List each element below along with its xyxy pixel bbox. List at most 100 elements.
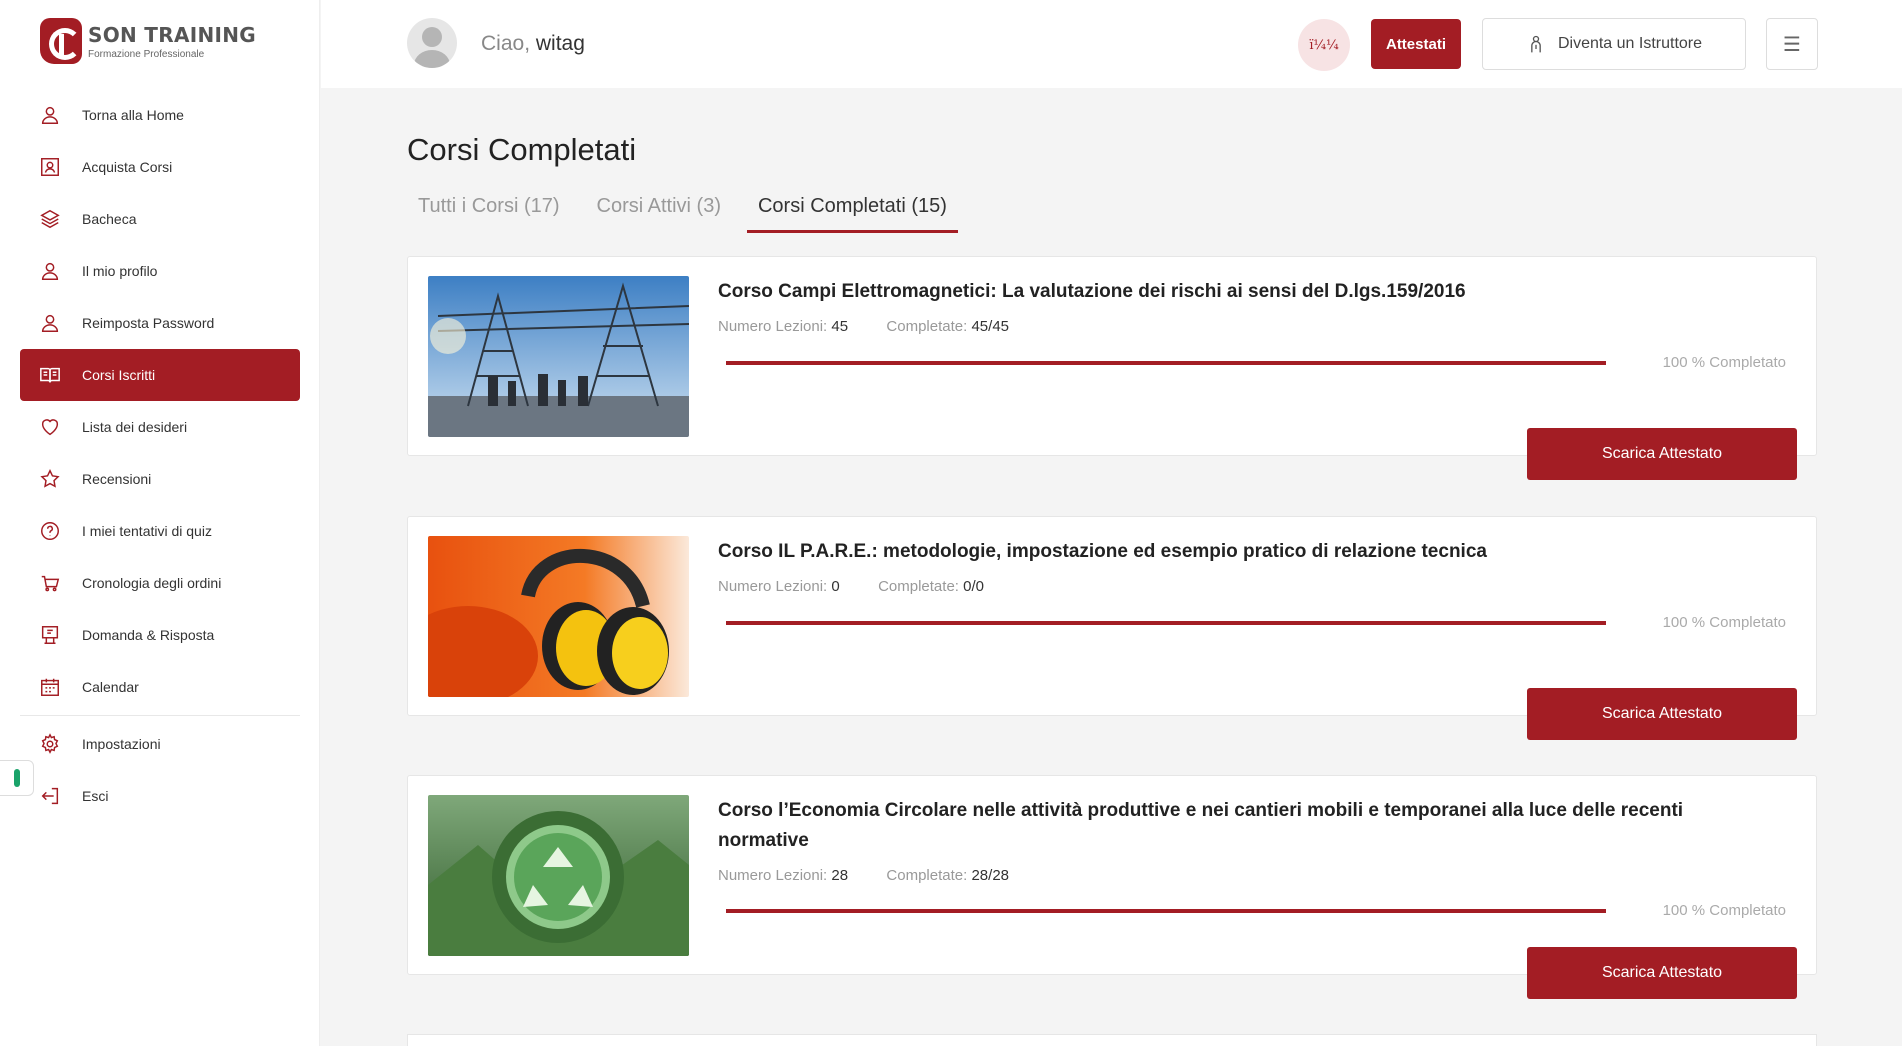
- progress-percent: 100 % Completato: [1662, 902, 1786, 919]
- sidebar-item-label: Calendar: [82, 679, 139, 695]
- lessons-label: Numero Lezioni:: [718, 867, 828, 884]
- tab-corsi-completati[interactable]: Corsi Completati (15): [746, 195, 958, 233]
- course-title[interactable]: Corso IL P.A.R.E.: metodologie, impostaz…: [718, 537, 1768, 567]
- sidebar-item-domanda-risposta[interactable]: Domanda & Risposta: [20, 609, 300, 661]
- logout-icon: [38, 784, 62, 808]
- avatar[interactable]: [407, 18, 457, 68]
- sidebar-item-quiz[interactable]: I miei tentativi di quiz: [20, 505, 300, 557]
- sidebar-item-label: Domanda & Risposta: [82, 627, 215, 643]
- lessons-count: 28: [831, 867, 849, 884]
- sidebar-item-profilo[interactable]: Il mio profilo: [20, 245, 300, 297]
- hamburger-icon[interactable]: ☰: [1766, 18, 1818, 70]
- sidebar: SON TRAINING Formazione Professionale To…: [0, 0, 320, 1046]
- layers-icon: [38, 207, 62, 231]
- cart-icon: [38, 571, 62, 595]
- lessons-count: 0: [831, 578, 840, 595]
- completed-label: Completate:: [878, 578, 959, 595]
- progress-percent: 100 % Completato: [1662, 614, 1786, 631]
- course-thumbnail-headphones[interactable]: [428, 536, 689, 697]
- completed-count: 45/45: [971, 318, 1010, 335]
- sidebar-item-impostazioni[interactable]: Impostazioni: [20, 718, 300, 770]
- greeting-text: Ciao,: [481, 32, 531, 55]
- sidebar-item-wishlist[interactable]: Lista dei desideri: [20, 401, 300, 453]
- completed-count: 0/0: [963, 578, 984, 595]
- progress-fill: [726, 909, 1606, 913]
- course-thumbnail-substation[interactable]: [428, 276, 689, 437]
- user-icon: [38, 103, 62, 127]
- sidebar-item-label: Esci: [82, 788, 109, 804]
- sidebar-item-label: Torna alla Home: [82, 107, 184, 123]
- sidebar-item-home[interactable]: Torna alla Home: [20, 89, 300, 141]
- course-card-partial: [407, 1034, 1817, 1046]
- course-meta: Numero Lezioni: 28 Completate: 28/28: [718, 867, 1009, 884]
- download-certificate-button[interactable]: Scarica Attestato: [1527, 428, 1797, 480]
- course-card: Corso IL P.A.R.E.: metodologie, impostaz…: [407, 516, 1817, 740]
- open-book-icon: [38, 363, 62, 387]
- notification-badge[interactable]: ï¼¼: [1298, 19, 1350, 71]
- sidebar-item-ordini[interactable]: Cronologia degli ordini: [20, 557, 300, 609]
- completed-count: 28/28: [971, 867, 1010, 884]
- sidebar-item-label: Bacheca: [82, 211, 137, 227]
- heart-icon: [38, 415, 62, 439]
- sidebar-item-label: Cronologia degli ordini: [82, 575, 222, 591]
- sidebar-item-esci[interactable]: Esci: [20, 770, 300, 822]
- sidebar-item-reimposta-password[interactable]: Reimposta Password: [20, 297, 300, 349]
- star-icon: [38, 467, 62, 491]
- instructor-icon: [1531, 35, 1541, 53]
- sidebar-item-label: Corsi Iscritti: [82, 367, 156, 383]
- course-meta: Numero Lezioni: 45 Completate: 45/45: [718, 318, 1009, 335]
- course-meta: Numero Lezioni: 0 Completate: 0/0: [718, 578, 984, 595]
- become-instructor-label: Diventa un Istruttore: [1557, 35, 1703, 52]
- attestati-button[interactable]: Attestati: [1371, 19, 1461, 69]
- progress-percent: 100 % Completato: [1662, 354, 1786, 371]
- qa-icon: [38, 623, 62, 647]
- lessons-label: Numero Lezioni:: [718, 318, 828, 335]
- sidebar-item-acquista-corsi[interactable]: Acquista Corsi: [20, 141, 300, 193]
- greeting: Ciao, witag: [481, 32, 585, 56]
- course-card: Corso Campi Elettromagnetici: La valutaz…: [407, 256, 1817, 480]
- sidebar-item-label: Impostazioni: [82, 736, 161, 752]
- sidebar-divider: [20, 715, 300, 716]
- sidebar-item-bacheca[interactable]: Bacheca: [20, 193, 300, 245]
- sidebar-item-label: Lista dei desideri: [82, 419, 188, 435]
- gear-icon: [38, 732, 62, 756]
- accessibility-tab[interactable]: [0, 760, 34, 796]
- accessibility-icon: [13, 769, 20, 787]
- tab-corsi-attivi[interactable]: Corsi Attivi (3): [586, 195, 732, 233]
- course-card: Corso l’Economia Circolare nelle attivit…: [407, 775, 1817, 999]
- sidebar-item-label: I miei tentativi di quiz: [82, 523, 212, 539]
- username: witag: [535, 32, 585, 55]
- sidebar-item-label: Acquista Corsi: [82, 159, 173, 175]
- calendar-icon: [38, 675, 62, 699]
- user-icon: [38, 311, 62, 335]
- sidebar-item-label: Reimposta Password: [82, 315, 215, 331]
- course-tabs: Tutti i Corsi (17) Corsi Attivi (3) Cors…: [407, 195, 973, 235]
- completed-label: Completate:: [886, 867, 968, 884]
- become-instructor-button[interactable]: Diventa un Istruttore: [1482, 18, 1746, 70]
- course-title[interactable]: Corso Campi Elettromagnetici: La valutaz…: [718, 277, 1768, 307]
- download-certificate-button[interactable]: Scarica Attestato: [1527, 947, 1797, 999]
- lessons-count: 45: [831, 318, 849, 335]
- sidebar-item-calendar[interactable]: Calendar: [20, 661, 300, 713]
- completed-label: Completate:: [886, 318, 968, 335]
- download-certificate-button[interactable]: Scarica Attestato: [1527, 688, 1797, 740]
- course-thumbnail-recycling[interactable]: [428, 795, 689, 956]
- sidebar-item-label: Il mio profilo: [82, 263, 158, 279]
- sidebar-nav: Torna alla Home Acquista Corsi Bacheca I…: [20, 89, 300, 822]
- user-icon: [38, 259, 62, 283]
- tab-tutti-corsi[interactable]: Tutti i Corsi (17): [407, 195, 571, 233]
- sidebar-item-corsi-iscritti[interactable]: Corsi Iscritti: [20, 349, 300, 401]
- brand-subtitle: Formazione Professionale: [88, 48, 205, 60]
- progress-bar: [726, 361, 1606, 365]
- sidebar-item-recensioni[interactable]: Recensioni: [20, 453, 300, 505]
- page-title: Corsi Completati: [407, 132, 637, 167]
- course-title[interactable]: Corso l’Economia Circolare nelle attivit…: [718, 796, 1768, 856]
- sidebar-item-label: Recensioni: [82, 471, 152, 487]
- progress-bar: [726, 621, 1606, 625]
- topbar: Ciao, witag ï¼¼ Attestati Diventa un Ist…: [321, 0, 1902, 88]
- brand-logo[interactable]: SON TRAINING Formazione Professionale: [40, 18, 256, 64]
- progress-fill: [726, 621, 1606, 625]
- id-card-icon: [38, 155, 62, 179]
- logo-icon: [40, 18, 82, 64]
- progress-bar: [726, 909, 1606, 913]
